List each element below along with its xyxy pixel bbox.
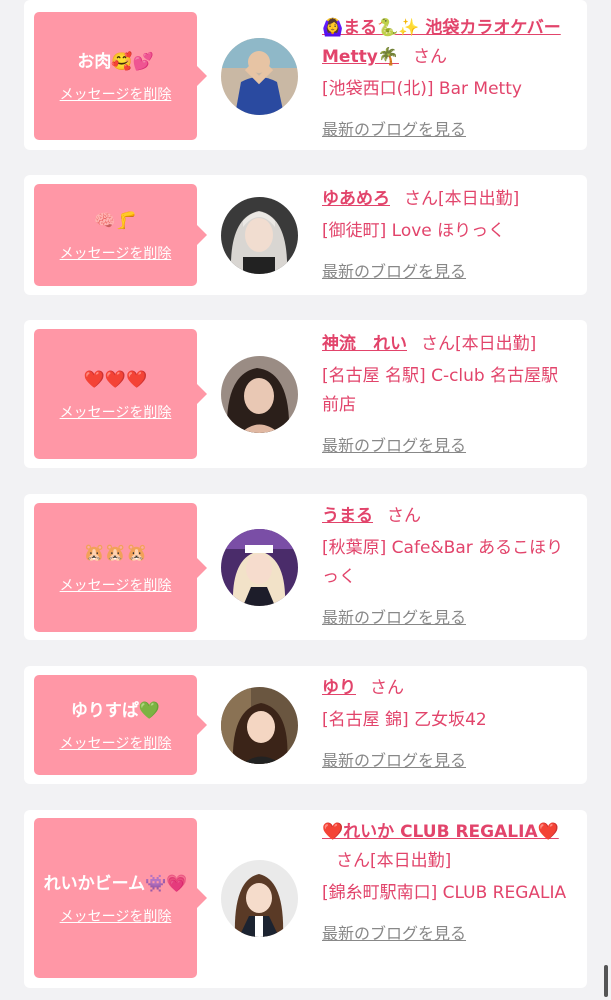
cast-info: ゆり さん [名古屋 錦] 乙女坂42 最新のブログを見る xyxy=(322,674,572,776)
message-card: お肉🥰💕 メッセージを削除 🙆‍♀️まる🐍✨ 池袋カラオケバーMetty🌴 さん … xyxy=(24,0,587,150)
view-blog-link[interactable]: 最新のブログを見る xyxy=(322,919,466,948)
avatar-photo xyxy=(221,197,298,274)
honorific: さん xyxy=(370,678,404,698)
view-blog-link[interactable]: 最新のブログを見る xyxy=(322,257,466,286)
honorific: さん xyxy=(336,851,370,871)
message-bubble: 🧠🦵 メッセージを削除 xyxy=(34,184,207,286)
cast-name-link[interactable]: ゆり xyxy=(322,678,356,698)
delete-message-link[interactable]: メッセージを削除 xyxy=(60,733,172,753)
schedule-badge: [本日出勤] xyxy=(455,334,537,354)
cast-name-link[interactable]: 神流 れい xyxy=(322,334,407,354)
schedule-badge: [本日出勤] xyxy=(438,189,520,209)
cast-info: うまる さん [秋葉原] Cafe&Bar あるこほりっく 最新のブログを見る xyxy=(322,502,572,633)
honorific: さん xyxy=(412,47,447,67)
delete-message-link[interactable]: メッセージを削除 xyxy=(60,84,172,104)
message-card: れいかビーム👾💗 メッセージを削除 ❤️れいか CLUB REGALIA❤️ さん… xyxy=(24,810,587,988)
shop-name: [御徒町] Love ほりっく xyxy=(322,221,506,241)
shop-name: [秋葉原] Cafe&Bar あるこほりっく xyxy=(322,538,564,587)
message-bubble: ゆりすぱ💚 メッセージを削除 xyxy=(34,675,207,775)
delete-message-link[interactable]: メッセージを削除 xyxy=(60,575,172,595)
schedule-badge: [本日出勤] xyxy=(370,851,452,871)
avatar[interactable] xyxy=(221,860,298,937)
cast-info: ゆあめろ さん[本日出勤] [御徒町] Love ほりっく 最新のブログを見る xyxy=(322,185,572,287)
message-text: 🧠🦵 xyxy=(94,210,137,231)
shop-name: [名古屋 錦] 乙女坂42 xyxy=(322,710,487,730)
avatar-photo xyxy=(221,529,298,606)
cast-info: 🙆‍♀️まる🐍✨ 池袋カラオケバーMetty🌴 さん [池袋西口(北)] Bar … xyxy=(322,14,572,145)
scrollbar[interactable] xyxy=(604,965,608,997)
message-bubble: お肉🥰💕 メッセージを削除 xyxy=(34,12,207,140)
message-card: 🐹🐹🐹 メッセージを削除 うまる さん [秋葉原] Cafe&Bar あるこほりっ… xyxy=(24,494,587,640)
honorific: さん xyxy=(404,189,438,209)
message-text: 🐹🐹🐹 xyxy=(83,543,148,563)
message-card: 🧠🦵 メッセージを削除 ゆあめろ さん[本日出勤] [御徒町] Love ほりっく… xyxy=(24,175,587,295)
avatar-photo xyxy=(221,356,298,433)
cast-info: ❤️れいか CLUB REGALIA❤️ さん[本日出勤] [錦糸町駅南口] CL… xyxy=(322,818,572,949)
cast-name-link[interactable]: うまる xyxy=(322,506,373,526)
view-blog-link[interactable]: 最新のブログを見る xyxy=(322,115,466,144)
view-blog-link[interactable]: 最新のブログを見る xyxy=(322,746,466,775)
view-blog-link[interactable]: 最新のブログを見る xyxy=(322,431,466,460)
avatar-photo xyxy=(221,687,298,764)
avatar-photo xyxy=(221,860,298,937)
cast-name-link[interactable]: ゆあめろ xyxy=(322,189,390,209)
message-bubble: 🐹🐹🐹 メッセージを削除 xyxy=(34,503,207,632)
avatar-photo xyxy=(221,38,298,115)
avatar[interactable] xyxy=(221,197,298,274)
cast-name-link[interactable]: ❤️れいか CLUB REGALIA❤️ xyxy=(322,822,559,842)
avatar[interactable] xyxy=(221,356,298,433)
delete-message-link[interactable]: メッセージを削除 xyxy=(60,402,172,422)
message-bubble: れいかビーム👾💗 メッセージを削除 xyxy=(34,818,207,978)
message-text: お肉🥰💕 xyxy=(77,51,154,72)
message-text: れいかビーム👾💗 xyxy=(43,873,188,894)
message-card: ゆりすぱ💚 メッセージを削除 ゆり さん [名古屋 錦] 乙女坂42 最新のブログ… xyxy=(24,666,587,784)
shop-name: [錦糸町駅南口] CLUB REGALIA xyxy=(322,883,567,903)
honorific: さん xyxy=(421,334,455,354)
message-text: ゆりすぱ💚 xyxy=(70,700,161,721)
message-bubble: ❤️❤️❤️ メッセージを削除 xyxy=(34,329,207,459)
message-text: ❤️❤️❤️ xyxy=(83,369,148,390)
honorific: さん xyxy=(387,506,421,526)
avatar[interactable] xyxy=(221,529,298,606)
cast-info: 神流 れい さん[本日出勤] [名古屋 名駅] C-club 名古屋駅前店 最新の… xyxy=(322,330,572,461)
message-card: ❤️❤️❤️ メッセージを削除 神流 れい さん[本日出勤] [名古屋 名駅] C… xyxy=(24,320,587,468)
avatar[interactable] xyxy=(221,687,298,764)
avatar[interactable] xyxy=(221,38,298,115)
shop-name: [池袋西口(北)] Bar Metty xyxy=(322,79,522,99)
delete-message-link[interactable]: メッセージを削除 xyxy=(60,243,172,263)
delete-message-link[interactable]: メッセージを削除 xyxy=(60,906,172,926)
shop-name: [名古屋 名駅] C-club 名古屋駅前店 xyxy=(322,366,559,415)
view-blog-link[interactable]: 最新のブログを見る xyxy=(322,603,466,632)
